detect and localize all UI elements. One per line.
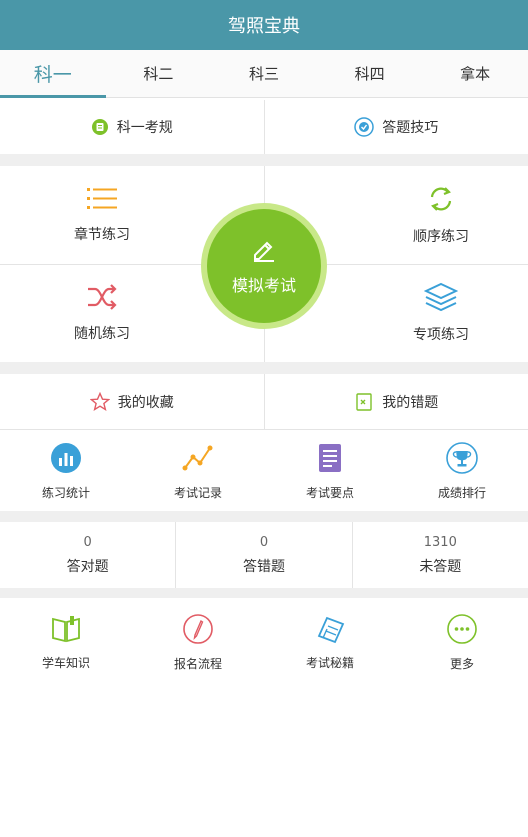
rules-link[interactable]: 科一考规 xyxy=(0,100,265,154)
wrong-questions-button[interactable]: 我的错题 xyxy=(265,374,528,429)
answer-stats: 0 答对题 0 答错题 1310 未答题 xyxy=(0,522,528,588)
tab-get-license[interactable]: 拿本 xyxy=(422,50,528,97)
book-icon xyxy=(52,615,80,642)
section-divider xyxy=(0,154,528,166)
bar-chart-icon xyxy=(51,442,81,473)
practice-stats-button[interactable]: 练习统计 xyxy=(0,431,132,511)
more-links-row: 学车知识 报名流程 考试秘籍 更多 xyxy=(0,598,528,686)
document-icon xyxy=(319,443,341,472)
mock-exam-button[interactable]: 模拟考试 xyxy=(201,203,327,329)
subject-tabs: 科一 科二 科三 科四 拿本 xyxy=(0,50,528,98)
rules-icon xyxy=(91,119,108,135)
tab-subject-4[interactable]: 科四 xyxy=(317,50,423,97)
my-items: 我的收藏 我的错题 xyxy=(0,374,528,430)
list-icon xyxy=(87,188,117,209)
tab-subject-3[interactable]: 科三 xyxy=(211,50,317,97)
line-chart-icon xyxy=(182,445,213,470)
wrong-book-icon xyxy=(356,392,372,411)
section-divider xyxy=(0,588,528,598)
quick-links: 科一考规 答题技巧 xyxy=(0,100,528,154)
more-icon xyxy=(447,613,477,644)
cycle-icon xyxy=(430,187,452,211)
section-divider xyxy=(0,362,528,374)
star-icon xyxy=(89,391,110,411)
title-bar: 驾照宝典 xyxy=(0,0,528,50)
pen-circle-icon xyxy=(183,613,213,644)
trophy-icon xyxy=(446,441,478,474)
exam-points-button[interactable]: 考试要点 xyxy=(264,431,396,511)
correct-count: 0 答对题 xyxy=(0,522,177,588)
exam-secrets-button[interactable]: 考试秘籍 xyxy=(264,598,396,686)
registration-process-button[interactable]: 报名流程 xyxy=(132,598,264,686)
rankings-button[interactable]: 成绩排行 xyxy=(396,431,528,511)
layers-icon xyxy=(424,282,458,312)
exam-records-button[interactable]: 考试记录 xyxy=(132,431,264,511)
driving-knowledge-button[interactable]: 学车知识 xyxy=(0,598,132,686)
tab-subject-2[interactable]: 科二 xyxy=(106,50,212,97)
tools-row: 练习统计 考试记录 考试要点 成绩排行 xyxy=(0,431,528,511)
favorites-button[interactable]: 我的收藏 xyxy=(0,374,265,429)
more-button[interactable]: 更多 xyxy=(396,598,528,686)
unanswered-count: 1310 未答题 xyxy=(419,534,462,575)
mock-exam-inner: 模拟考试 xyxy=(207,209,321,323)
app-title: 驾照宝典 xyxy=(228,16,300,37)
wrong-count: 0 答错题 xyxy=(176,522,353,588)
pencil-icon xyxy=(254,241,274,262)
tab-subject-1[interactable]: 科一 xyxy=(0,50,106,98)
section-divider xyxy=(0,511,528,522)
tips-link[interactable]: 答题技巧 xyxy=(265,100,528,154)
notebook-icon xyxy=(317,616,345,643)
tips-icon xyxy=(354,117,374,137)
shuffle-icon xyxy=(88,284,117,310)
